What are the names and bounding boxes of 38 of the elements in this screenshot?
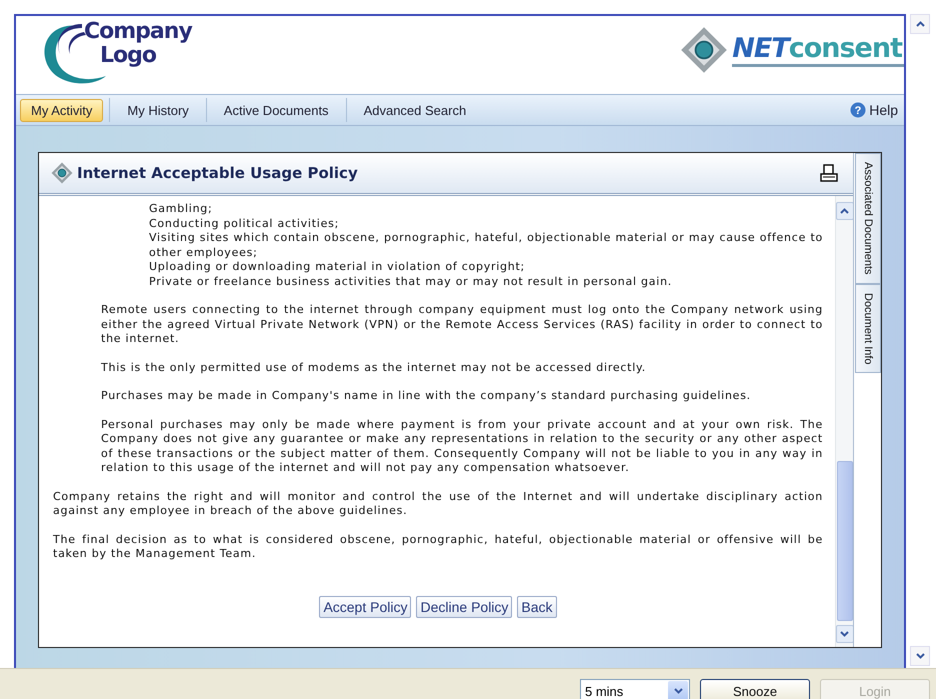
policy-list-item: Conducting political activities;	[149, 216, 340, 231]
diamond-logo-icon	[680, 26, 728, 74]
nav-tab[interactable]: My History	[116, 98, 200, 122]
policy-list-item: Uploading or downloading material in violation of copyright;	[149, 260, 526, 274]
snooze-select[interactable]: 5 mins	[580, 679, 690, 699]
scroll-up-icon[interactable]	[910, 14, 930, 34]
document-title: Internet Acceptable Usage Policy	[77, 164, 358, 182]
policy-paragraph: Personal purchases may only be made where payment is from your private account and at your own risk. The Company does not give any guarantee or make any representations in relation to the security or any other aspect of these transactions or the subject matter of them. Consequently Company will not be liable to you in any way in relation to this usage of the internet and will not pay any compensation whatsoever.	[101, 418, 823, 476]
policy-paragraph: Remote users connecting to the internet through company equipment must log onto the Company network using either the agreed Virtual Private Network (VPN) or the Remote Access Services (RAS) facility in order to connect to the internet.	[101, 303, 823, 346]
policy-button[interactable]: Accept Policy	[319, 596, 412, 618]
scroll-down-icon[interactable]	[836, 625, 854, 643]
scroll-thumb[interactable]	[836, 461, 852, 621]
policy-button[interactable]: Decline Policy	[416, 596, 512, 618]
side-tab[interactable]: Document Info	[855, 284, 881, 374]
scroll-up-icon[interactable]	[836, 202, 854, 220]
help-link[interactable]: ? Help	[848, 102, 900, 118]
scrollbar[interactable]	[835, 196, 853, 647]
policy-list-item: Visiting sites which contain obscene, pornographic, hateful, objectionable material or may cause offence to other employees;	[149, 231, 823, 260]
print-button[interactable]	[819, 164, 839, 182]
nav-tab[interactable]: My Activity	[20, 98, 104, 122]
company-logo: Company Logo	[36, 16, 211, 92]
help-icon: ?	[850, 102, 866, 118]
product-logo: NETconsent	[680, 26, 904, 74]
nav-tab[interactable]: Active Documents	[212, 98, 340, 122]
policy-list-item: Private or freelance business activities that may or may not result in personal gain.	[149, 274, 674, 289]
footer-button[interactable]: Snooze	[700, 679, 810, 699]
scroll-down-icon[interactable]	[910, 646, 930, 666]
policy-paragraph: Purchases may be made in Company's name in line with the company’s standard purchasing guidelines.	[101, 389, 752, 404]
dropdown-icon[interactable]	[668, 681, 688, 699]
side-tab[interactable]: Associated Documents	[855, 153, 881, 284]
nav-tab[interactable]: Advanced Search	[352, 98, 478, 122]
policy-paragraph: Company retains the right and will monitor and control the use of the Internet and will undertake disciplinary action against any employee in breach of the above guidelines.	[53, 490, 823, 518]
policy-paragraph: This is the only permitted use of modems as the internet may not be accessed directly.	[101, 360, 647, 375]
printer-icon	[819, 164, 839, 182]
policy-button[interactable]: Back	[517, 596, 557, 618]
policy-paragraph: The final decision as to what is considered obscene, pornographic, hateful, objectionable material or offensive will be taken by the Management Team.	[53, 532, 823, 562]
policy-list-item: Gambling;	[149, 202, 214, 216]
diamond-logo-icon	[51, 162, 73, 184]
